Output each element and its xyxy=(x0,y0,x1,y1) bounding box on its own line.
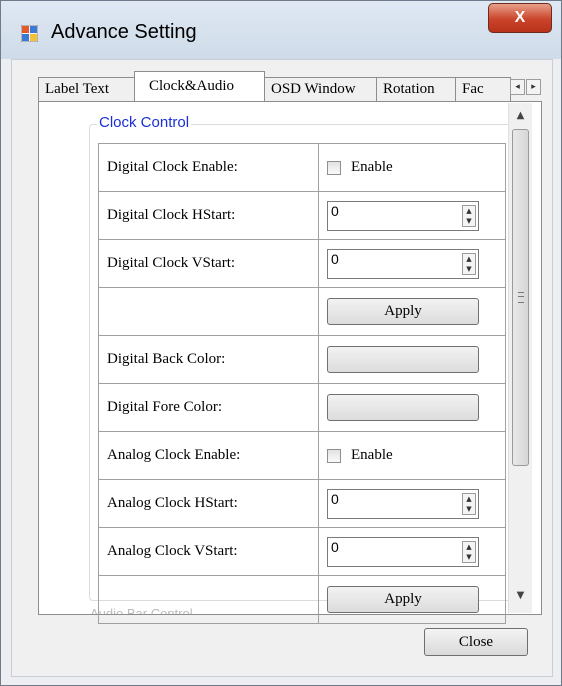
row-label: Analog Clock Enable: xyxy=(98,431,319,480)
digital-clock-enable-checkbox[interactable]: Enable xyxy=(327,159,505,176)
checkbox-box[interactable] xyxy=(327,448,341,463)
numeric-value: 0 xyxy=(331,202,339,219)
checkbox-label: Enable xyxy=(351,447,393,463)
spin-up-icon[interactable]: ▲ xyxy=(463,542,475,552)
numeric-value: 0 xyxy=(331,250,339,267)
digital-fore-color-button[interactable] xyxy=(327,394,479,421)
numeric-value: 0 xyxy=(331,538,339,555)
tab-scroll-left-icon[interactable]: ◂ xyxy=(510,79,525,95)
row-label xyxy=(98,575,319,624)
table-row: Apply xyxy=(98,287,506,336)
vertical-scrollbar[interactable]: ▲ ▼ xyxy=(508,103,532,613)
group-title: Clock Control xyxy=(97,114,192,131)
tab-label-text[interactable]: Label Text xyxy=(38,77,135,101)
digital-back-color-button[interactable] xyxy=(327,346,479,373)
tab-osd-window[interactable]: OSD Window xyxy=(264,77,377,101)
checkbox-box[interactable] xyxy=(327,160,341,175)
spin-down-icon[interactable]: ▼ xyxy=(463,552,475,562)
table-row: Digital Back Color: xyxy=(98,335,506,384)
tab-scroll-right-icon[interactable]: ▸ xyxy=(526,79,541,95)
table-row: Apply xyxy=(98,575,506,624)
spinner[interactable]: ▲ ▼ xyxy=(462,204,476,227)
row-label: Analog Clock VStart: xyxy=(98,527,319,576)
table-row: Digital Fore Color: xyxy=(98,383,506,432)
window-title: Advance Setting xyxy=(51,21,197,43)
window-close-button[interactable]: X xyxy=(488,3,552,33)
grip-icon xyxy=(518,292,524,303)
table-row: Analog Clock VStart: 0 ▲ ▼ xyxy=(98,527,506,576)
row-label: Digital Clock VStart: xyxy=(98,239,319,288)
row-label: Digital Clock Enable: xyxy=(98,143,319,192)
table-row: Digital Clock Enable: Enable xyxy=(98,143,506,192)
tab-rotation[interactable]: Rotation xyxy=(376,77,456,101)
spinner[interactable]: ▲ ▼ xyxy=(462,252,476,275)
clock-control-table: Digital Clock Enable: Enable Digital Clo… xyxy=(98,143,506,624)
row-label: Digital Fore Color: xyxy=(98,383,319,432)
row-label xyxy=(98,287,319,336)
digital-apply-button[interactable]: Apply xyxy=(327,298,479,325)
analog-clock-vstart-input[interactable]: 0 ▲ ▼ xyxy=(327,536,479,567)
spinner[interactable]: ▲ ▼ xyxy=(462,492,476,515)
close-icon: X xyxy=(514,9,526,26)
scroll-up-icon[interactable]: ▲ xyxy=(509,105,532,127)
table-row: Digital Clock HStart: 0 ▲ ▼ xyxy=(98,191,506,240)
tab-factory[interactable]: Fac xyxy=(455,77,511,101)
table-row: Digital Clock VStart: 0 ▲ ▼ xyxy=(98,239,506,288)
spin-down-icon[interactable]: ▼ xyxy=(463,216,475,226)
analog-clock-hstart-input[interactable]: 0 ▲ ▼ xyxy=(327,488,479,519)
table-row: Analog Clock Enable: Enable xyxy=(98,431,506,480)
checkbox-label: Enable xyxy=(351,159,393,175)
close-button[interactable]: Close xyxy=(424,628,528,656)
numeric-value: 0 xyxy=(331,490,339,507)
spinner[interactable]: ▲ ▼ xyxy=(462,540,476,563)
next-group-title: Audio Bar Control xyxy=(90,606,193,614)
scroll-down-icon[interactable]: ▼ xyxy=(509,585,532,607)
row-label: Digital Clock HStart: xyxy=(98,191,319,240)
table-row: Analog Clock HStart: 0 ▲ ▼ xyxy=(98,479,506,528)
analog-clock-enable-checkbox[interactable]: Enable xyxy=(327,447,505,464)
spin-up-icon[interactable]: ▲ xyxy=(463,494,475,504)
analog-apply-button[interactable]: Apply xyxy=(327,586,479,613)
row-label: Digital Back Color: xyxy=(98,335,319,384)
spin-up-icon[interactable]: ▲ xyxy=(463,206,475,216)
spin-down-icon[interactable]: ▼ xyxy=(463,264,475,274)
tab-clock-audio[interactable]: Clock&Audio xyxy=(134,71,265,102)
scroll-thumb[interactable] xyxy=(512,129,529,466)
tab-scroll-buttons: ◂ ▸ xyxy=(510,79,542,95)
digital-clock-hstart-input[interactable]: 0 ▲ ▼ xyxy=(327,200,479,231)
spin-up-icon[interactable]: ▲ xyxy=(463,254,475,264)
row-label: Analog Clock HStart: xyxy=(98,479,319,528)
digital-clock-vstart-input[interactable]: 0 ▲ ▼ xyxy=(327,248,479,279)
title-bar[interactable]: Advance Setting X xyxy=(1,1,561,59)
spin-down-icon[interactable]: ▼ xyxy=(463,504,475,514)
app-window-icon xyxy=(21,25,38,42)
